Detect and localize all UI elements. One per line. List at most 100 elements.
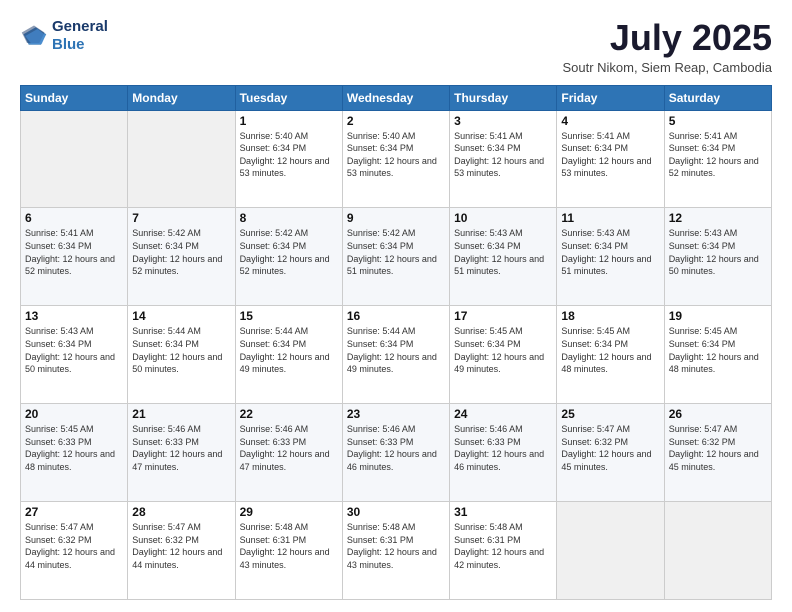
title-block: July 2025 Soutr Nikom, Siem Reap, Cambod… — [562, 18, 772, 75]
day-number: 29 — [240, 505, 338, 519]
day-info: Sunrise: 5:45 AM Sunset: 6:34 PM Dayligh… — [669, 325, 767, 375]
day-info: Sunrise: 5:48 AM Sunset: 6:31 PM Dayligh… — [347, 521, 445, 571]
day-info: Sunrise: 5:42 AM Sunset: 6:34 PM Dayligh… — [132, 227, 230, 277]
weekday-header-sunday: Sunday — [21, 85, 128, 110]
day-number: 4 — [561, 114, 659, 128]
day-info: Sunrise: 5:45 AM Sunset: 6:34 PM Dayligh… — [454, 325, 552, 375]
calendar-day-cell: 26 Sunrise: 5:47 AM Sunset: 6:32 PM Dayli… — [664, 404, 771, 502]
day-number: 21 — [132, 407, 230, 421]
calendar-day-cell: 1Sunrise: 5:40 AM Sunset: 6:34 PM Daylig… — [235, 110, 342, 208]
calendar-table: SundayMondayTuesdayWednesdayThursdayFrid… — [20, 85, 772, 600]
day-number: 20 — [25, 407, 123, 421]
day-info: Sunrise: 5:46 AM Sunset: 6:33 PM Dayligh… — [454, 423, 552, 473]
day-info: Sunrise: 5:41 AM Sunset: 6:34 PM Dayligh… — [669, 130, 767, 180]
calendar-day-cell: 24 Sunrise: 5:46 AM Sunset: 6:33 PM Dayli… — [450, 404, 557, 502]
calendar-day-cell: 19 Sunrise: 5:45 AM Sunset: 6:34 PM Dayli… — [664, 306, 771, 404]
calendar-day-cell: 16 Sunrise: 5:44 AM Sunset: 6:34 PM Dayli… — [342, 306, 449, 404]
day-number: 19 — [669, 309, 767, 323]
day-number: 3 — [454, 114, 552, 128]
day-info: Sunrise: 5:48 AM Sunset: 6:31 PM Dayligh… — [240, 521, 338, 571]
day-info: Sunrise: 5:44 AM Sunset: 6:34 PM Dayligh… — [240, 325, 338, 375]
calendar-day-cell: 25 Sunrise: 5:47 AM Sunset: 6:32 PM Dayli… — [557, 404, 664, 502]
day-number: 23 — [347, 407, 445, 421]
calendar-day-cell: 31Sunrise: 5:48 AM Sunset: 6:31 PM Dayli… — [450, 502, 557, 600]
calendar-day-cell: 6 Sunrise: 5:41 AM Sunset: 6:34 PM Daylig… — [21, 208, 128, 306]
calendar-day-cell: 14 Sunrise: 5:44 AM Sunset: 6:34 PM Dayli… — [128, 306, 235, 404]
day-number: 8 — [240, 211, 338, 225]
calendar-day-cell: 28 Sunrise: 5:47 AM Sunset: 6:32 PM Dayli… — [128, 502, 235, 600]
day-number: 1 — [240, 114, 338, 128]
day-number: 16 — [347, 309, 445, 323]
calendar-day-cell — [557, 502, 664, 600]
day-info: Sunrise: 5:47 AM Sunset: 6:32 PM Dayligh… — [669, 423, 767, 473]
calendar-day-cell: 23 Sunrise: 5:46 AM Sunset: 6:33 PM Dayli… — [342, 404, 449, 502]
weekday-header-friday: Friday — [557, 85, 664, 110]
weekday-header-monday: Monday — [128, 85, 235, 110]
day-number: 26 — [669, 407, 767, 421]
day-number: 31 — [454, 505, 552, 519]
calendar-day-cell — [128, 110, 235, 208]
calendar-day-cell: 13Sunrise: 5:43 AM Sunset: 6:34 PM Dayli… — [21, 306, 128, 404]
calendar-day-cell: 22 Sunrise: 5:46 AM Sunset: 6:33 PM Dayli… — [235, 404, 342, 502]
day-info: Sunrise: 5:46 AM Sunset: 6:33 PM Dayligh… — [240, 423, 338, 473]
day-info: Sunrise: 5:46 AM Sunset: 6:33 PM Dayligh… — [132, 423, 230, 473]
calendar-week-row: 1 Sunrise: 5:40 AM Sunset: 6:34 PM Daylig… — [21, 110, 772, 208]
location: Soutr Nikom, Siem Reap, Cambodia — [562, 60, 772, 75]
calendar-day-cell: 29 Sunrise: 5:48 AM Sunset: 6:31 PM Dayli… — [235, 502, 342, 600]
calendar-day-cell: 20 Sunrise: 5:45 AM Sunset: 6:33 PM Dayli… — [21, 404, 128, 502]
day-number: 5 — [669, 114, 767, 128]
calendar-day-cell: 21 Sunrise: 5:46 AM Sunset: 6:33 PM Dayli… — [128, 404, 235, 502]
month-title: July 2025 — [562, 18, 772, 58]
day-info: Sunrise: 5:45 AM Sunset: 6:33 PM Dayligh… — [25, 423, 123, 473]
calendar-week-row: 20 Sunrise: 5:45 AM Sunset: 6:33 PM Dayli… — [21, 404, 772, 502]
day-number: 14 — [132, 309, 230, 323]
day-number: 15 — [240, 309, 338, 323]
calendar-day-cell: 8 Sunrise: 5:42 AM Sunset: 6:34 PM Daylig… — [235, 208, 342, 306]
calendar-day-cell: 2 Sunrise: 5:40 AM Sunset: 6:34 PM Daylig… — [342, 110, 449, 208]
day-info: Sunrise: 5:46 AM Sunset: 6:33 PM Dayligh… — [347, 423, 445, 473]
calendar-week-row: 27 Sunrise: 5:47 AM Sunset: 6:32 PM Dayli… — [21, 502, 772, 600]
day-number: 17 — [454, 309, 552, 323]
page: General Blue July 2025 Soutr Nikom, Siem… — [0, 0, 792, 612]
calendar-day-cell: 5 Sunrise: 5:41 AM Sunset: 6:34 PM Daylig… — [664, 110, 771, 208]
day-info: Sunrise: 5:42 AM Sunset: 6:34 PM Dayligh… — [240, 227, 338, 277]
day-number: 24 — [454, 407, 552, 421]
calendar-day-cell — [21, 110, 128, 208]
day-info: Sunrise: 5:43 AM Sunset: 6:34 PM Dayligh… — [454, 227, 552, 277]
day-info: Sunrise: 5:47 AM Sunset: 6:32 PM Dayligh… — [132, 521, 230, 571]
day-number: 12 — [669, 211, 767, 225]
day-info: Sunrise: 5:41 AM Sunset: 6:34 PM Dayligh… — [454, 130, 552, 180]
header: General Blue July 2025 Soutr Nikom, Siem… — [20, 18, 772, 75]
calendar-week-row: 6 Sunrise: 5:41 AM Sunset: 6:34 PM Daylig… — [21, 208, 772, 306]
day-number: 6 — [25, 211, 123, 225]
day-info: Sunrise: 5:41 AM Sunset: 6:34 PM Dayligh… — [561, 130, 659, 180]
day-number: 22 — [240, 407, 338, 421]
weekday-header-wednesday: Wednesday — [342, 85, 449, 110]
day-number: 2 — [347, 114, 445, 128]
calendar-day-cell: 7Sunrise: 5:42 AM Sunset: 6:34 PM Daylig… — [128, 208, 235, 306]
day-number: 27 — [25, 505, 123, 519]
day-number: 28 — [132, 505, 230, 519]
day-number: 11 — [561, 211, 659, 225]
day-info: Sunrise: 5:44 AM Sunset: 6:34 PM Dayligh… — [347, 325, 445, 375]
day-info: Sunrise: 5:43 AM Sunset: 6:34 PM Dayligh… — [669, 227, 767, 277]
calendar-day-cell: 4 Sunrise: 5:41 AM Sunset: 6:34 PM Daylig… — [557, 110, 664, 208]
logo-icon — [20, 22, 48, 50]
day-info: Sunrise: 5:41 AM Sunset: 6:34 PM Dayligh… — [25, 227, 123, 277]
day-info: Sunrise: 5:40 AM Sunset: 6:34 PM Dayligh… — [347, 130, 445, 180]
calendar-day-cell: 30Sunrise: 5:48 AM Sunset: 6:31 PM Dayli… — [342, 502, 449, 600]
day-info: Sunrise: 5:42 AM Sunset: 6:34 PM Dayligh… — [347, 227, 445, 277]
calendar-day-cell: 12 Sunrise: 5:43 AM Sunset: 6:34 PM Dayli… — [664, 208, 771, 306]
weekday-header-row: SundayMondayTuesdayWednesdayThursdayFrid… — [21, 85, 772, 110]
calendar-week-row: 13Sunrise: 5:43 AM Sunset: 6:34 PM Dayli… — [21, 306, 772, 404]
logo: General Blue — [20, 18, 108, 54]
day-info: Sunrise: 5:47 AM Sunset: 6:32 PM Dayligh… — [25, 521, 123, 571]
day-number: 25 — [561, 407, 659, 421]
weekday-header-saturday: Saturday — [664, 85, 771, 110]
calendar-day-cell: 17 Sunrise: 5:45 AM Sunset: 6:34 PM Dayli… — [450, 306, 557, 404]
day-info: Sunrise: 5:44 AM Sunset: 6:34 PM Dayligh… — [132, 325, 230, 375]
day-info: Sunrise: 5:43 AM Sunset: 6:34 PM Dayligh… — [25, 325, 123, 375]
calendar-day-cell: 27 Sunrise: 5:47 AM Sunset: 6:32 PM Dayli… — [21, 502, 128, 600]
day-info: Sunrise: 5:47 AM Sunset: 6:32 PM Dayligh… — [561, 423, 659, 473]
day-info: Sunrise: 5:43 AM Sunset: 6:34 PM Dayligh… — [561, 227, 659, 277]
